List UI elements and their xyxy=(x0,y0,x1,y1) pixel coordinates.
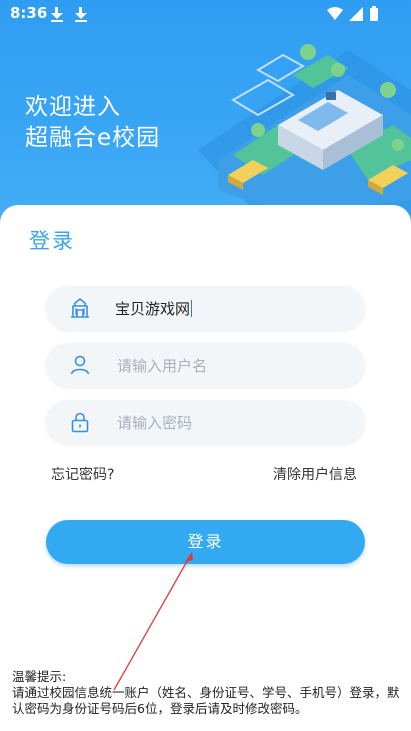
wifi-icon xyxy=(327,7,343,20)
username-input[interactable] xyxy=(115,351,349,381)
school-field[interactable]: 宝贝游戏网 xyxy=(46,286,365,330)
login-card: 登录 宝贝游戏网 忘记密码? 清除用户信息 登录 温馨提示: 请通过校园信息统一… xyxy=(0,205,411,731)
lock-icon xyxy=(71,412,89,433)
campus-illustration xyxy=(198,44,411,215)
notice: 温馨提示: 请通过校园信息统一账户（姓名、身份证号、学号、手机号）登录，默认密码… xyxy=(12,669,404,717)
school-value: 宝贝游戏网 xyxy=(115,300,191,318)
school-building-icon xyxy=(71,297,89,318)
hero-banner: 8:36 欢迎进入 超融合e校园 xyxy=(0,0,411,235)
welcome-line-1: 欢迎进入 xyxy=(25,94,121,120)
welcome-headline: 欢迎进入 超融合e校园 xyxy=(25,92,160,154)
clear-user-info-link[interactable]: 清除用户信息 xyxy=(273,464,357,484)
user-icon xyxy=(70,355,90,375)
username-field[interactable] xyxy=(46,343,365,387)
login-title: 登录 xyxy=(29,229,75,253)
password-field[interactable] xyxy=(46,400,365,444)
status-bar: 8:36 xyxy=(0,0,411,28)
notice-heading: 温馨提示: xyxy=(12,669,67,684)
welcome-line-2: 超融合e校园 xyxy=(25,125,161,151)
status-time: 8:36 xyxy=(10,4,48,22)
notice-body: 请通过校园信息统一账户（姓名、身份证号、学号、手机号）登录，默认密码为身份证号码… xyxy=(12,685,400,716)
battery-icon xyxy=(370,8,378,21)
signal-icon xyxy=(349,7,363,21)
download-icon xyxy=(73,6,89,22)
forgot-password-link[interactable]: 忘记密码? xyxy=(51,464,114,484)
text-cursor xyxy=(191,300,193,317)
school-input[interactable]: 宝贝游戏网 xyxy=(115,298,193,319)
login-button[interactable]: 登录 xyxy=(46,520,365,564)
system-status-icons xyxy=(327,6,378,21)
download-icon xyxy=(49,6,65,22)
password-input[interactable] xyxy=(115,408,349,438)
